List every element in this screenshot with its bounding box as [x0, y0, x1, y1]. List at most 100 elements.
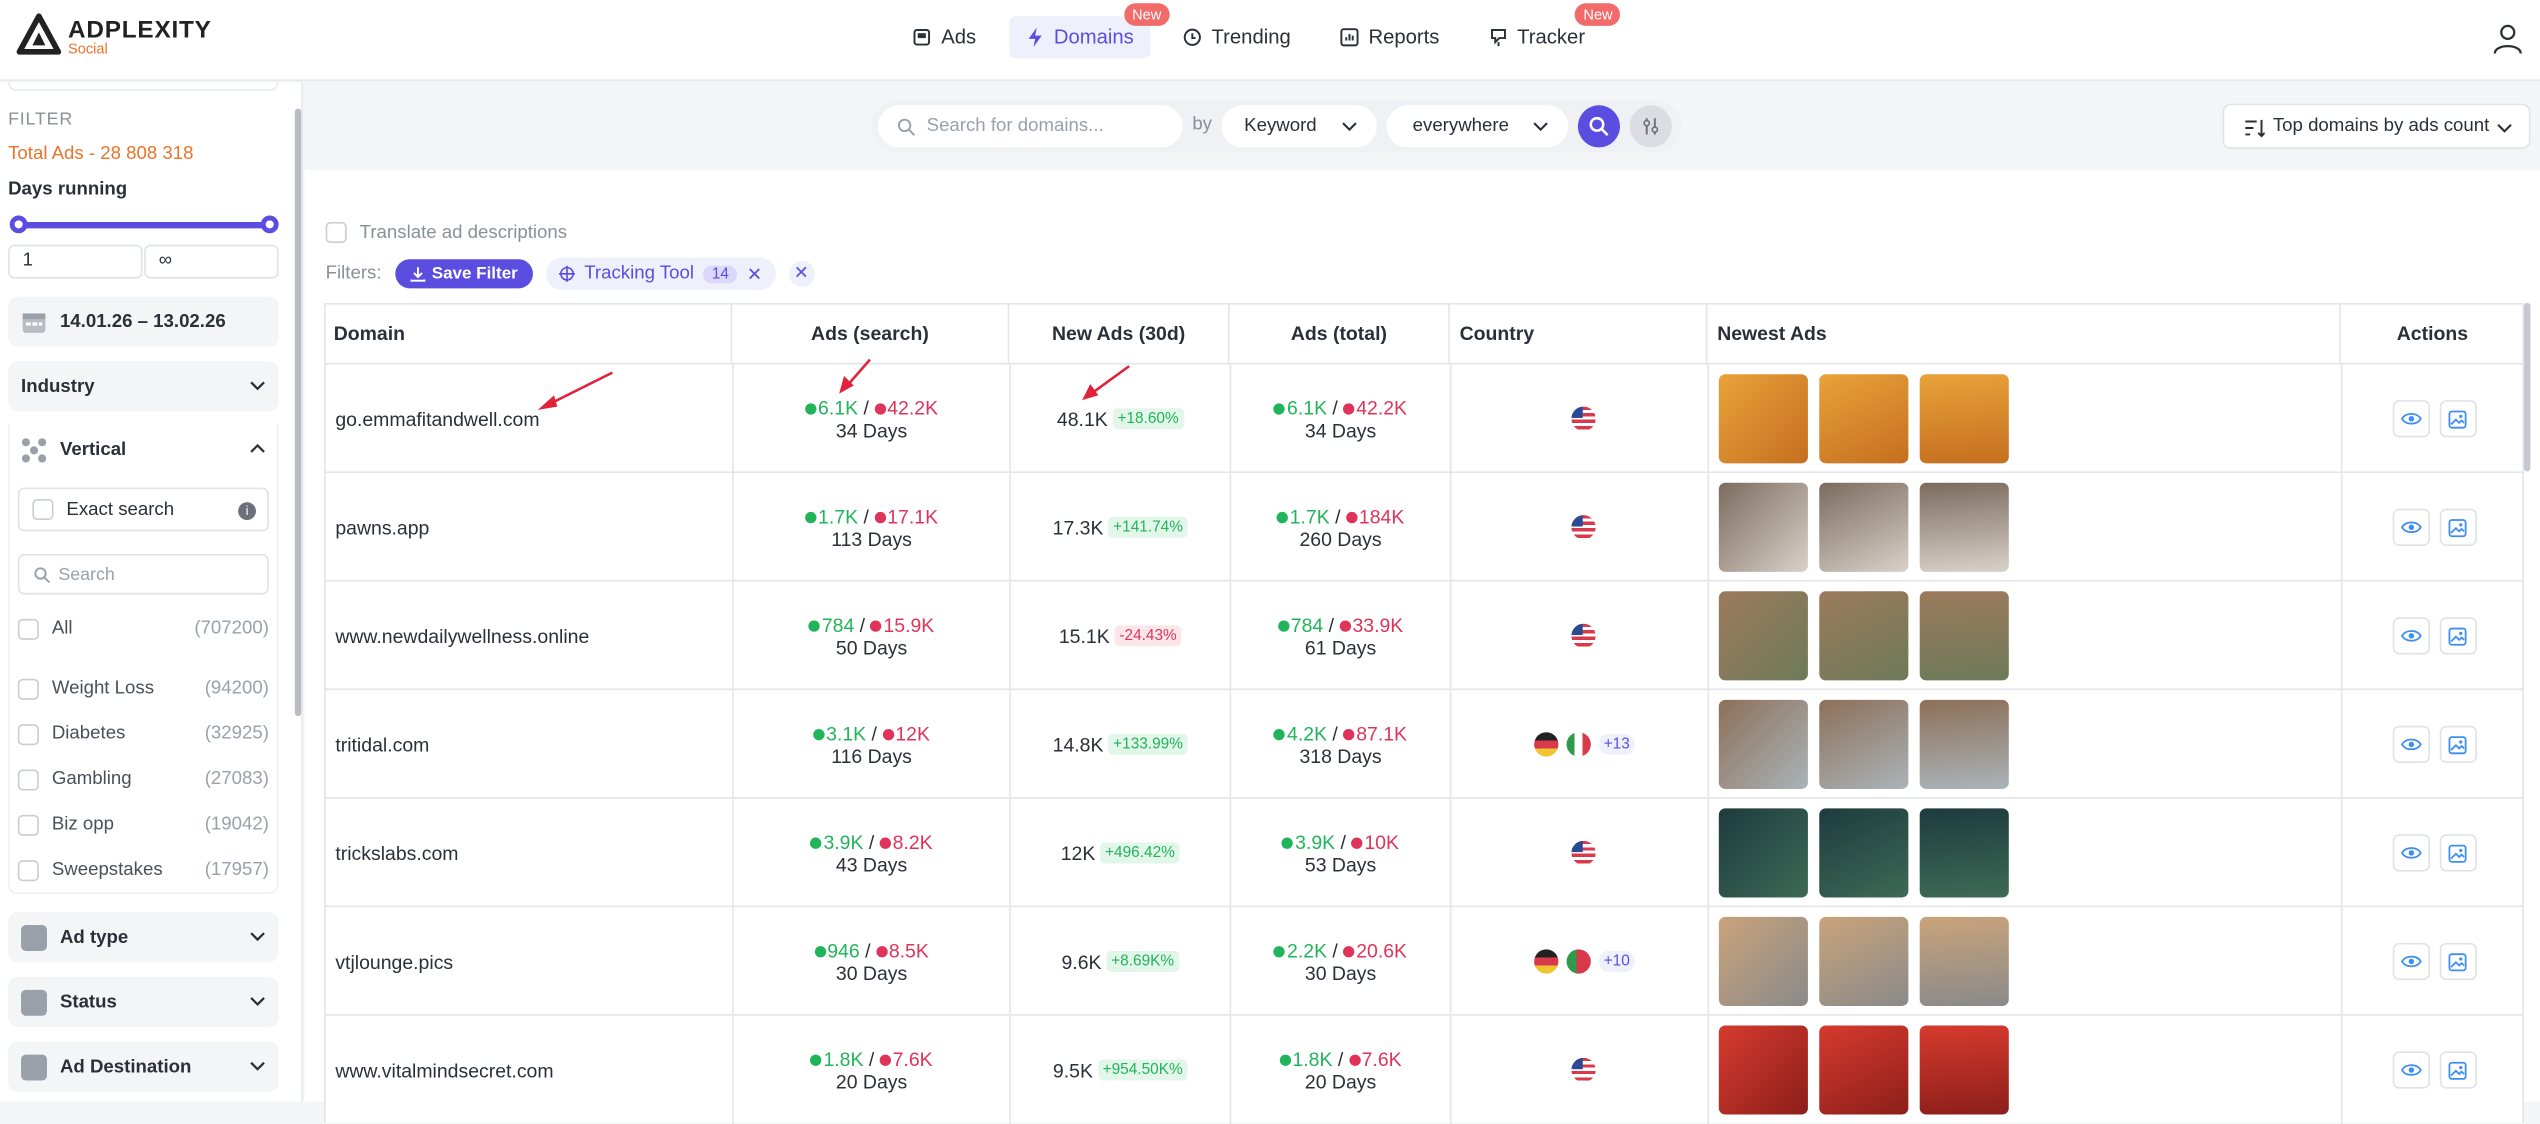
ad-thumbnail[interactable] — [1819, 591, 1909, 681]
view-button[interactable] — [2391, 1051, 2430, 1089]
logo[interactable]: ADPLEXITY Social — [16, 13, 227, 68]
ad-thumbnail[interactable] — [1819, 374, 1909, 464]
col-new-ads[interactable]: New Ads (30d) — [1009, 302, 1230, 363]
nav-trending[interactable]: Trending — [1166, 16, 1307, 58]
col-country[interactable]: Country — [1450, 302, 1708, 363]
ad-thumbnail[interactable] — [1718, 482, 1808, 572]
view-button[interactable] — [2391, 834, 2430, 872]
table-row[interactable]: www.vitalmindsecret.com 1.8K / 7.6K 20 D… — [324, 1014, 2524, 1124]
domain-link[interactable]: go.emmafitandwell.com — [326, 407, 733, 430]
vertical-item-weight-loss[interactable]: Weight Loss (94200) — [17, 672, 269, 704]
domain-link[interactable]: tritidal.com — [326, 733, 733, 756]
ad-thumbnail[interactable] — [1718, 808, 1808, 898]
ad-thumbnail[interactable] — [1819, 699, 1909, 789]
slider-handle-min[interactable] — [9, 215, 28, 234]
gallery-button[interactable] — [2438, 1051, 2477, 1089]
domain-link[interactable]: trickslabs.com — [326, 842, 733, 865]
ad-thumbnail[interactable] — [1919, 482, 2009, 572]
checkbox[interactable] — [17, 723, 39, 745]
ad-thumbnail[interactable] — [1718, 591, 1808, 681]
chevron-down-icon — [250, 932, 265, 942]
ad-type-accordion[interactable]: Ad type — [8, 912, 279, 963]
view-button[interactable] — [2391, 508, 2430, 546]
ad-thumbnail[interactable] — [1718, 1025, 1808, 1115]
table-row[interactable]: vtjlounge.pics 946 / 8.5K 30 Days 9.6K +8… — [324, 905, 2524, 1016]
vertical-search-input[interactable]: Search — [17, 554, 269, 595]
ad-destination-accordion[interactable]: Ad Destination — [8, 1041, 279, 1092]
nav-reports[interactable]: Reports — [1323, 16, 1455, 58]
checkbox[interactable] — [17, 768, 39, 790]
sidebar-scrollbar[interactable] — [294, 108, 302, 717]
vertical-item-gambling[interactable]: Gambling (27083) — [17, 763, 269, 795]
vertical-item-biz-opp[interactable]: Biz opp (19042) — [17, 808, 269, 840]
inactive-ads: 15.9K — [883, 613, 935, 636]
industry-accordion[interactable]: Industry — [8, 361, 279, 412]
table-row[interactable]: pawns.app 1.7K / 17.1K 113 Days 17.3K +14… — [324, 471, 2524, 582]
gallery-button[interactable] — [2438, 725, 2477, 764]
view-button[interactable] — [2391, 942, 2430, 981]
gallery-button[interactable] — [2438, 942, 2477, 981]
table-scrollbar[interactable] — [2523, 302, 2531, 472]
view-button[interactable] — [2391, 400, 2430, 438]
vertical-item-sweepstakes[interactable]: Sweepstakes (17957) — [17, 854, 269, 886]
domain-link[interactable]: www.vitalmindsecret.com — [326, 1059, 733, 1082]
ad-thumbnail[interactable] — [1919, 1025, 2009, 1115]
checkbox[interactable] — [17, 859, 39, 881]
domain-search-input[interactable]: Search for domains... — [878, 105, 1183, 148]
date-range-picker[interactable]: 14.01.26 – 13.02.26 — [8, 296, 279, 347]
ad-thumbnail[interactable] — [1819, 916, 1909, 1007]
more-countries-badge[interactable]: +10 — [1598, 950, 1635, 972]
nav-tracker[interactable]: Tracker New — [1472, 3, 1621, 58]
gallery-button[interactable] — [2438, 834, 2477, 872]
ad-thumbnail[interactable] — [1919, 808, 2009, 898]
ad-thumbnail[interactable] — [1819, 1025, 1909, 1115]
ad-thumbnail[interactable] — [1819, 808, 1909, 898]
status-accordion[interactable]: Status — [8, 976, 279, 1028]
col-ads-total[interactable]: Ads (total) — [1230, 302, 1450, 363]
view-button[interactable] — [2391, 725, 2430, 764]
user-icon[interactable] — [2492, 23, 2524, 55]
ad-thumbnail[interactable] — [1718, 916, 1808, 1007]
exact-search-toggle[interactable]: Exact search i — [17, 487, 269, 532]
ad-thumbnail[interactable] — [1919, 916, 2009, 1007]
days-max-input[interactable]: ∞ — [144, 244, 279, 279]
ads-search-cell: 3.9K / 8.2K 43 Days — [734, 798, 1011, 908]
table-row[interactable]: tritidal.com 3.1K / 12K 116 Days 14.8K +1… — [324, 688, 2524, 799]
ad-thumbnail[interactable] — [1919, 374, 2009, 464]
exact-search-checkbox[interactable] — [32, 498, 54, 521]
keyword-select[interactable]: Keyword — [1221, 105, 1377, 148]
checkbox[interactable] — [17, 618, 39, 640]
search-submit-button[interactable] — [1577, 105, 1620, 148]
domain-link[interactable]: vtjlounge.pics — [326, 950, 733, 973]
info-icon[interactable]: i — [238, 502, 256, 521]
slider-handle-max[interactable] — [260, 215, 279, 234]
more-countries-badge[interactable]: +13 — [1598, 733, 1635, 755]
gallery-button[interactable] — [2438, 508, 2477, 546]
sort-select[interactable]: Top domains by ads count — [2222, 103, 2531, 150]
domain-link[interactable]: pawns.app — [326, 516, 733, 539]
domain-link[interactable]: www.newdailywellness.online — [326, 625, 733, 648]
table-row[interactable]: go.emmafitandwell.com 6.1K / 42.2K 34 Da… — [324, 362, 2524, 474]
active-ads: 2.2K — [1287, 938, 1328, 962]
nav-ads[interactable]: Ads — [896, 16, 992, 58]
col-domain[interactable]: Domain — [324, 302, 733, 363]
gallery-button[interactable] — [2438, 400, 2477, 438]
ad-thumbnail[interactable] — [1819, 482, 1909, 572]
scope-select[interactable]: everywhere — [1386, 105, 1569, 148]
days-slider[interactable] — [9, 215, 279, 234]
vertical-item-diabetes[interactable]: Diabetes (32925) — [17, 718, 269, 750]
advanced-filter-button[interactable] — [1629, 105, 1672, 148]
ad-thumbnail[interactable] — [1919, 699, 2009, 789]
table-row[interactable]: trickslabs.com 3.9K / 8.2K 43 Days 12K +4… — [324, 797, 2524, 908]
ad-thumbnail[interactable] — [1718, 699, 1808, 789]
ad-thumbnail[interactable] — [1919, 591, 2009, 681]
table-row[interactable]: www.newdailywellness.online 784 / 15.9K … — [324, 579, 2524, 691]
days-min-input[interactable]: 1 — [8, 244, 143, 279]
view-button[interactable] — [2391, 617, 2430, 655]
nav-domains[interactable]: Domains New — [1008, 3, 1170, 59]
checkbox[interactable] — [17, 677, 39, 700]
vertical-item-all[interactable]: All (707200) — [17, 612, 269, 644]
checkbox[interactable] — [17, 814, 39, 836]
gallery-button[interactable] — [2438, 617, 2477, 655]
ad-thumbnail[interactable] — [1718, 374, 1808, 464]
